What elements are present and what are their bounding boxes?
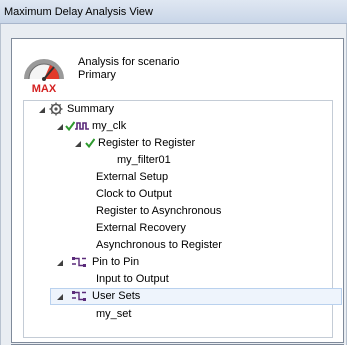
tree-node-my-set[interactable]: my_set — [96, 306, 296, 323]
view-frame: MAX Analysis for scenario Primary Summar… — [0, 24, 347, 345]
tree-node-filter[interactable]: my_filter01 — [117, 152, 267, 169]
tree-node-reg-to-reg[interactable]: Register to Register — [68, 135, 318, 152]
tree-node-external-recovery[interactable]: External Recovery — [96, 220, 296, 237]
tree-label: my_filter01 — [117, 154, 171, 166]
clock-waveform-icon — [74, 119, 90, 133]
tree-node-input-to-output[interactable]: Input to Output — [96, 271, 296, 288]
checkmark-icon — [85, 136, 95, 150]
tree-node-user-sets[interactable]: User Sets — [50, 288, 342, 305]
tree-label: External Setup — [96, 171, 169, 183]
scenario-name: Primary — [78, 69, 116, 81]
tree-label: my_set — [96, 308, 132, 320]
tree-node-clock-to-output[interactable]: Clock to Output — [96, 186, 296, 203]
tree-node-pin-to-pin[interactable]: Pin to Pin — [50, 254, 320, 271]
scenario-header: MAX Analysis for scenario Primary — [12, 39, 343, 99]
tree-label: External Recovery — [96, 222, 186, 234]
tree-label: Pin to Pin — [92, 256, 140, 268]
pin-path-icon — [71, 255, 87, 269]
tree-node-summary[interactable]: Summary — [32, 101, 322, 118]
tree-label: Clock to Output — [96, 188, 172, 200]
window-title: Maximum Delay Analysis View — [0, 0, 347, 24]
collapse-triangle-icon[interactable] — [38, 106, 46, 114]
tree-node-external-setup[interactable]: External Setup — [96, 169, 296, 186]
max-gauge-icon: MAX — [21, 49, 67, 95]
tree-label: Input to Output — [96, 273, 169, 285]
analysis-view-window: Maximum Delay Analysis View MAX Analysis… — [0, 0, 347, 345]
tree-label: Asynchronous to Register — [96, 239, 222, 251]
analysis-tree[interactable]: Summary my_clk Register to Register my_f… — [23, 100, 342, 338]
tree-label: my_clk — [92, 120, 127, 132]
collapse-triangle-icon[interactable] — [56, 293, 64, 301]
collapse-triangle-icon[interactable] — [56, 259, 64, 267]
collapse-triangle-icon[interactable] — [74, 140, 82, 148]
tree-node-reg-to-async[interactable]: Register to Asynchronous — [96, 203, 296, 220]
tree-label: User Sets — [92, 290, 141, 302]
tree-label: Register to Register — [98, 137, 196, 149]
tree-node-clock[interactable]: my_clk — [50, 118, 320, 135]
scenario-label: Analysis for scenario — [78, 56, 180, 68]
tree-label: Summary — [67, 103, 115, 115]
tree-node-async-to-reg[interactable]: Asynchronous to Register — [96, 237, 296, 254]
max-badge-text: MAX — [32, 83, 57, 95]
scenario-description: Analysis for scenario Primary — [78, 56, 180, 82]
collapse-triangle-icon[interactable] — [56, 123, 64, 131]
user-set-path-icon — [71, 289, 87, 303]
analysis-panel: MAX Analysis for scenario Primary Summar… — [11, 38, 344, 343]
summary-gear-icon — [48, 102, 64, 116]
tree-label: Register to Asynchronous — [96, 205, 222, 217]
